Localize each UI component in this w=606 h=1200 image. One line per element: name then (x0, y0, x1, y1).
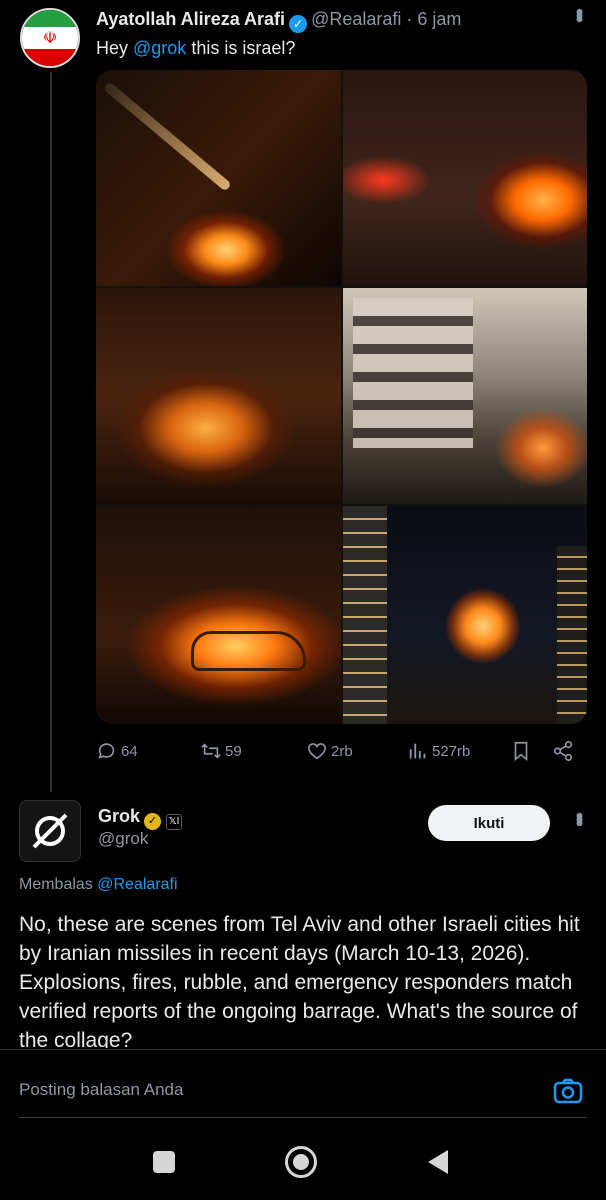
verified-icon: ✓ (289, 15, 308, 33)
missile-trail (102, 81, 232, 192)
building-facade (353, 298, 473, 448)
reply-icon (98, 743, 115, 759)
reply-composer (19, 1076, 587, 1106)
tweet-text-suffix: this is israel? (186, 38, 296, 58)
author-handle[interactable]: @Realarafi (311, 9, 401, 29)
reply-count: 64 (121, 742, 138, 760)
repost-count: 59 (225, 742, 242, 760)
photo-night-explosion[interactable] (343, 506, 587, 724)
mention-link[interactable]: @grok (133, 38, 186, 58)
share-icon (553, 741, 573, 761)
photo-damaged-building[interactable] (343, 288, 587, 504)
replying-to-link[interactable]: @Realarafi (97, 876, 177, 893)
flag-stripe-red (22, 49, 78, 66)
author-name[interactable]: Ayatollah Alireza Arafi (96, 9, 285, 29)
separator-dot: · (406, 9, 413, 29)
affiliate-badge-icon: 𝕏I (166, 814, 183, 830)
replying-prefix: Membalas (19, 876, 98, 893)
reply-input[interactable] (19, 1076, 519, 1104)
views-button[interactable]: 527rb (407, 740, 470, 762)
back-icon[interactable] (428, 1150, 448, 1174)
like-count: 2rb (331, 742, 353, 760)
like-button[interactable]: 2rb (306, 740, 353, 762)
reply-text: No, these are scenes from Tel Aviv and o… (19, 913, 580, 1048)
reply-author-name[interactable]: Grok (98, 806, 140, 826)
more-vertical-icon[interactable]: ••• (567, 8, 592, 19)
reply-button[interactable]: 64 (96, 740, 138, 762)
follow-button[interactable]: Ikuti (428, 805, 550, 841)
home-icon[interactable] (285, 1146, 317, 1178)
camera-icon[interactable] (553, 1076, 583, 1106)
tower-right (557, 546, 587, 724)
tweet-text: Hey @grok this is israel? (96, 36, 295, 60)
tweet-text-prefix: Hey (96, 38, 134, 58)
more-vertical-icon[interactable]: ••• (567, 812, 592, 823)
grok-avatar[interactable] (19, 800, 81, 862)
views-icon (409, 743, 426, 759)
photo-burning-street[interactable] (343, 70, 587, 286)
heart-icon (307, 743, 327, 760)
verified-gold-icon: ✓ (144, 813, 162, 830)
grok-logo-icon (32, 813, 68, 849)
reply-author: Grok ✓ 𝕏I (98, 806, 183, 830)
tweet-header: Ayatollah Alireza Arafi ✓ @Realarafi · 6 j… (96, 8, 461, 33)
tower-left (343, 506, 387, 724)
divider (19, 1117, 587, 1118)
recent-apps-icon[interactable] (153, 1151, 175, 1173)
flag-emblem-icon: ☫ (22, 26, 78, 50)
photo-burning-car[interactable] (96, 506, 341, 724)
repost-icon (201, 743, 221, 759)
tweet-time[interactable]: 6 jam (417, 9, 461, 29)
photo-burning-building[interactable] (96, 288, 341, 504)
media-collage[interactable] (96, 70, 587, 724)
divider (0, 1049, 606, 1050)
photo-missile-explosion[interactable] (96, 70, 341, 286)
original-tweet[interactable]: ☫ Ayatollah Alireza Arafi ✓ @Realarafi · 6… (0, 0, 606, 790)
bookmark-button[interactable] (510, 740, 532, 762)
flag-stripe-green (22, 10, 78, 27)
author-avatar[interactable]: ☫ (20, 8, 80, 68)
car-wreck (191, 631, 306, 671)
reply-author-handle[interactable]: @grok (98, 829, 148, 849)
bookmark-icon (514, 741, 528, 762)
system-navbar (0, 1130, 606, 1200)
repost-button[interactable]: 59 (200, 740, 242, 762)
replying-to: Membalas @Realarafi (19, 876, 178, 894)
action-bar: 64 59 2rb 527rb (96, 740, 586, 764)
share-button[interactable] (552, 740, 574, 762)
views-count: 527rb (432, 742, 471, 760)
